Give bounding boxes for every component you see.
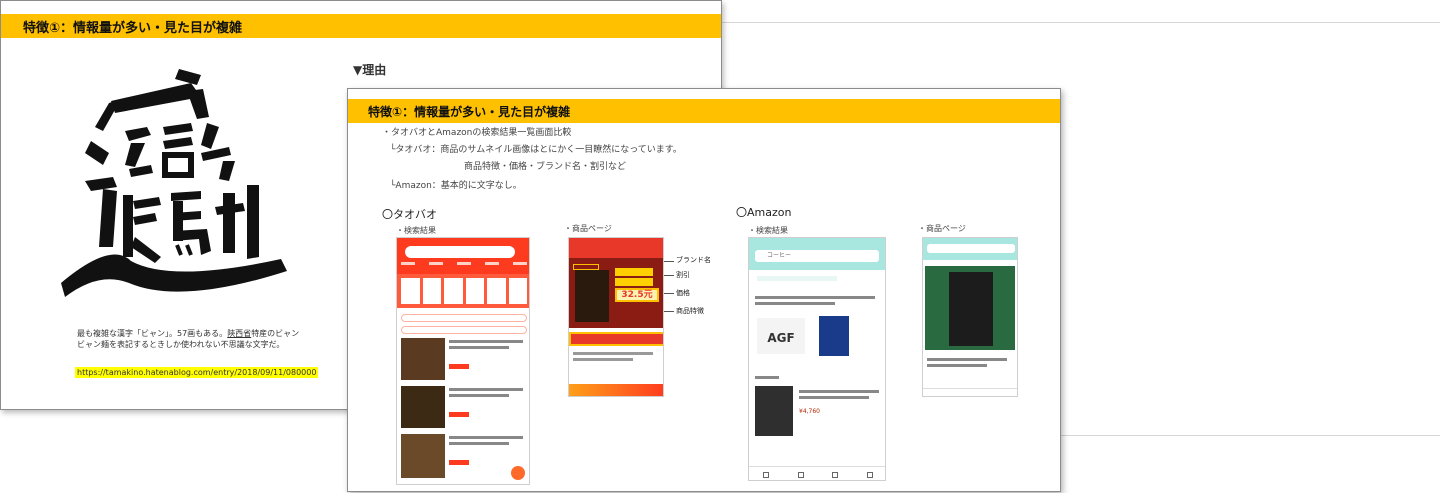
taobao-search-screenshot	[396, 237, 530, 485]
amazon-search-label: ・検索結果	[748, 226, 788, 235]
slide2-title-banner: 特徴①：情報量が多い・見た目が複雑	[348, 99, 1060, 123]
biang-caption: 最も複雑な漢字「ビャン」。57画もある。陝西省特産のビャンビャン麺を表記するとき…	[77, 328, 302, 350]
annotation-discount: 割引	[676, 271, 690, 279]
annot-line-3	[664, 293, 674, 294]
annot-line-1	[664, 261, 674, 262]
amazon-heading: 〇Amazon	[736, 206, 792, 219]
taobao-product-screenshot: 32.5元	[568, 237, 664, 397]
amazon-brand-logo: AGF	[757, 318, 805, 354]
slide-title-banner: 特徴①：情報量が多い・見た目が複雑	[1, 14, 721, 38]
taobao-product-label: ・商品ページ	[564, 224, 612, 233]
bullet-line-4: └Amazon：基本的に文字なし。	[390, 181, 522, 191]
taobao-search-label: ・検索結果	[396, 226, 436, 235]
price-tag: 32.5元	[615, 288, 659, 302]
amazon-search-box[interactable]: コーヒー	[755, 250, 879, 262]
caption-link[interactable]: 陝西省	[227, 329, 251, 338]
slide-title: 特徴①：情報量が多い・見た目が複雑	[23, 20, 243, 36]
annotation-brand: ブランド名	[676, 256, 711, 264]
amazon-product-label: ・商品ページ	[918, 224, 966, 233]
annotation-price: 価格	[676, 289, 690, 297]
bullet-line-2: └タオバオ：商品のサムネイル画像はとにかく一目瞭然になっています。	[390, 145, 682, 155]
source-url[interactable]: https://tamakino.hatenablog.com/entry/20…	[75, 367, 319, 378]
bullet-line-3: 商品特徴・価格・ブランド名・割引など	[464, 162, 627, 172]
slide-comparison[interactable]: 特徴①：情報量が多い・見た目が複雑 ・タオバオとAmazonの検索結果一覧画面比…	[347, 88, 1061, 492]
annot-line-2	[664, 275, 674, 276]
annotation-features: 商品特徴	[676, 307, 704, 315]
amazon-product-screenshot	[922, 237, 1018, 397]
amazon-search-screenshot: コーヒー AGF ¥4,760	[748, 237, 886, 481]
taobao-heading: 〇タオバオ	[382, 208, 437, 221]
amazon-price: ¥4,760	[799, 408, 820, 415]
slide2-title: 特徴①：情報量が多い・見た目が複雑	[368, 104, 571, 119]
biang-glyph	[61, 69, 287, 297]
bullet-line-1: ・タオバオとAmazonの検索結果一覧画面比較	[382, 128, 572, 138]
reason-heading: ▼理由	[353, 63, 387, 77]
biang-character-illustration	[51, 61, 291, 311]
annot-line-4	[664, 311, 674, 312]
caption-text-1: 最も複雑な漢字「ビャン」。57画もある。	[77, 329, 228, 338]
